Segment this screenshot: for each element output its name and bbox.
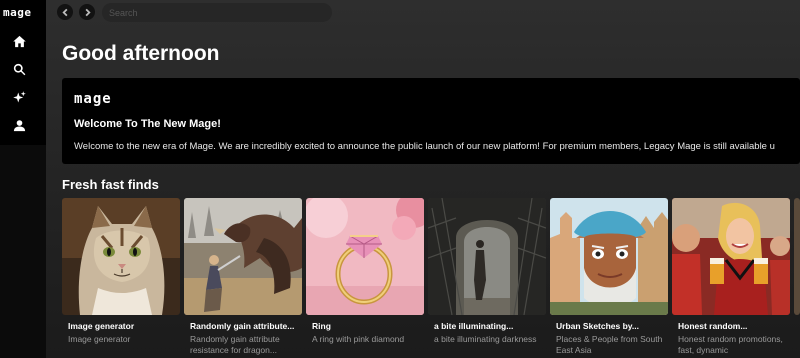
- card-title: Randomly gain attribute...: [190, 321, 295, 331]
- card-description: Randomly gain attribute resistance for d…: [190, 334, 280, 355]
- top-bar: [46, 0, 800, 26]
- card-thumbnail: [794, 198, 800, 315]
- chevron-left-icon: [61, 8, 67, 16]
- card-thumbnail: [428, 198, 546, 315]
- card-image-generator[interactable]: Image generator Image generator: [62, 198, 180, 358]
- announcement-banner[interactable]: mage Welcome To The New Mage! Welcome to…: [62, 78, 800, 164]
- sidebar: mage: [0, 0, 46, 358]
- banner-text: Welcome to the new era of Mage. We are i…: [74, 141, 775, 152]
- sidebar-library-panel: [0, 145, 46, 358]
- card-thumbnail: [62, 198, 180, 315]
- card-description: Honest random promotions, fast, dynamic: [678, 334, 783, 355]
- back-button[interactable]: [57, 4, 73, 20]
- card-thumbnail: [306, 198, 424, 315]
- card-description: Image generator: [68, 334, 131, 344]
- card-title: Ring: [312, 321, 331, 331]
- card-title: Honest random...: [678, 321, 748, 331]
- card-title: Image generator: [68, 321, 135, 331]
- user-icon[interactable]: [10, 116, 28, 134]
- card-description: A ring with pink diamond: [312, 334, 405, 344]
- card-honest-random[interactable]: Honest random... Honest random promotion…: [672, 198, 790, 358]
- card-ring[interactable]: Ring A ring with pink diamond: [306, 198, 424, 358]
- sparkle-icon[interactable]: [10, 88, 28, 106]
- section-title: Fresh fast finds: [62, 177, 159, 192]
- card-description: Places & People from South East Asia: [556, 334, 663, 355]
- card-thumbnail: [184, 198, 302, 315]
- card-title: a bite illuminating...: [434, 321, 514, 331]
- banner-logo: mage: [74, 91, 112, 107]
- card-description: a bite illuminating darkness: [434, 334, 537, 344]
- app-logo[interactable]: mage: [3, 6, 32, 19]
- search-icon[interactable]: [10, 60, 28, 78]
- card-urban-sketches[interactable]: Urban Sketches by... Places & People fro…: [550, 198, 668, 358]
- card-thumbnail: [672, 198, 790, 315]
- home-icon[interactable]: [10, 32, 28, 50]
- card-thumbnail: [550, 198, 668, 315]
- card-random-attribute[interactable]: Randomly gain attribute... Randomly gain…: [184, 198, 302, 358]
- card-title: Urban Sketches by...: [556, 321, 639, 331]
- chevron-right-icon: [85, 8, 91, 16]
- card-partial[interactable]: [794, 198, 800, 358]
- banner-title: Welcome To The New Mage!: [74, 118, 221, 130]
- forward-button[interactable]: [79, 4, 95, 20]
- card-bite-illuminating[interactable]: a bite illuminating... a bite illuminati…: [428, 198, 546, 358]
- page-title: Good afternoon: [62, 42, 220, 65]
- search-input[interactable]: [102, 3, 332, 22]
- main-content: Good afternoon mage Welcome To The New M…: [46, 0, 800, 358]
- card-row: Image generator Image generator Randomly…: [62, 198, 800, 358]
